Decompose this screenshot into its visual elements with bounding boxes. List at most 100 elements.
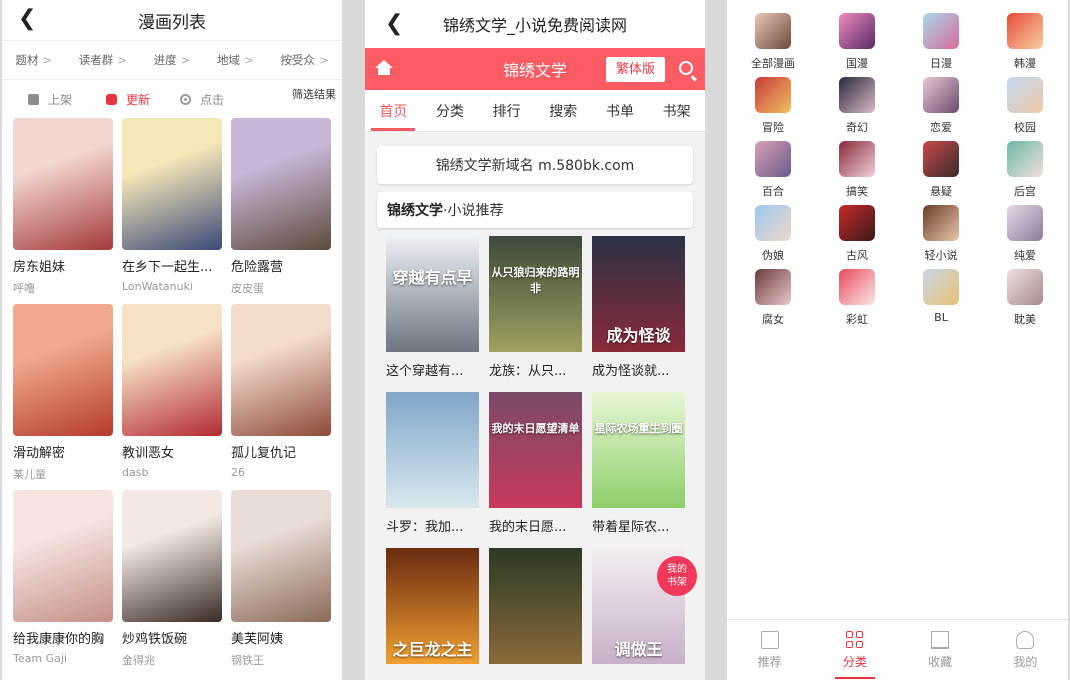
search-icon[interactable] xyxy=(679,61,693,75)
category-item[interactable]: 腐女 xyxy=(731,269,815,333)
category-item[interactable]: 韩漫 xyxy=(983,13,1067,77)
traditional-chinese-button[interactable]: 繁体版 xyxy=(605,57,665,82)
category-item[interactable]: 百合 xyxy=(731,141,815,205)
comic-cover-image[interactable] xyxy=(231,304,331,436)
category-label: 韩漫 xyxy=(1014,57,1036,70)
category-item[interactable]: 耽美 xyxy=(983,269,1067,333)
comic-cover-image[interactable] xyxy=(122,118,222,250)
comic-cover-image[interactable] xyxy=(231,118,331,250)
comic-title: 给我康康你的胸 xyxy=(13,632,105,647)
category-thumbnail-icon xyxy=(755,205,791,241)
book-cover-image[interactable]: 穿越有点早 xyxy=(386,236,479,352)
category-item[interactable]: 搞笑 xyxy=(815,141,899,205)
comic-card[interactable]: 美芙阿姨 钢铁王 xyxy=(231,490,331,676)
comic-author: 某儿童 xyxy=(13,468,46,481)
nav-ranking[interactable]: 排行 xyxy=(489,90,525,131)
category-label: 伪娘 xyxy=(762,249,784,262)
domain-notice[interactable]: 锦绣文学新域名 m.580bk.com xyxy=(377,146,693,184)
back-chevron-icon[interactable]: ❮ xyxy=(18,6,36,31)
tab-recommend[interactable]: 推荐 xyxy=(740,620,800,680)
home-icon[interactable] xyxy=(375,60,393,76)
nav-search[interactable]: 搜索 xyxy=(545,90,581,131)
book-card[interactable]: 穿越有点早 这个穿越有... xyxy=(386,236,479,392)
my-bookshelf-fab[interactable]: 我的 书架 xyxy=(657,556,697,596)
comic-cover-image[interactable] xyxy=(122,490,222,622)
category-item[interactable]: 彩虹 xyxy=(815,269,899,333)
category-item[interactable]: 全部漫画 xyxy=(731,13,815,77)
category-item[interactable]: 古风 xyxy=(815,205,899,269)
book-card[interactable]: 星际农场重生到圈 带着星际农... xyxy=(592,392,685,548)
category-item[interactable]: 恋爱 xyxy=(899,77,983,141)
section-brand: 锦绣文学 xyxy=(387,203,443,219)
category-thumbnail-icon xyxy=(1007,13,1043,49)
sort-update[interactable]: 更新 xyxy=(106,91,150,108)
book-cover-image[interactable]: 我的末日愿望清单 xyxy=(489,392,582,508)
comic-cover-image[interactable] xyxy=(13,118,113,250)
comic-card[interactable]: 房东姐妹 呼噜 xyxy=(13,118,113,304)
book-cover-image[interactable]: 星际农场重生到圈 xyxy=(592,392,685,508)
comic-author: 金得兆 xyxy=(122,654,155,667)
category-item[interactable]: 日漫 xyxy=(899,13,983,77)
nav-bookshelf[interactable]: 书架 xyxy=(659,90,695,131)
category-thumbnail-icon xyxy=(1007,205,1043,241)
nav-category[interactable]: 分类 xyxy=(432,90,468,131)
back-chevron-icon[interactable]: ❮ xyxy=(385,11,403,36)
category-label: 腐女 xyxy=(762,313,784,326)
filter-genre[interactable]: 题材 > xyxy=(15,52,52,68)
filter-result-link[interactable]: 筛选结果 xyxy=(292,86,336,102)
book-card[interactable]: 斗罗：我加... xyxy=(386,392,479,548)
filter-progress[interactable]: 进度 > xyxy=(154,52,191,68)
category-item[interactable]: 奇幻 xyxy=(815,77,899,141)
book-card[interactable] xyxy=(489,548,582,680)
category-item[interactable]: 纯爱 xyxy=(983,205,1067,269)
book-card[interactable]: 之巨龙之主 xyxy=(386,548,479,680)
chevron-right-icon: > xyxy=(244,53,254,67)
sort-shelf[interactable]: 上架 xyxy=(28,91,72,108)
comic-card[interactable]: 教训恶女 dasb xyxy=(122,304,222,490)
comic-card[interactable]: 滑动解密 某儿童 xyxy=(13,304,113,490)
book-card[interactable]: 从只狼归来的路明非 龙族：从只... xyxy=(489,236,582,392)
comic-card[interactable]: 给我康康你的胸 Team Gaji xyxy=(13,490,113,676)
category-screen: 全部漫画 国漫 日漫 韩漫冒险 奇幻 恋爱 校园百合 搞笑 悬疑 后宫伪娘 古风 轻小说 纯爱腐女 彩虹 B… xyxy=(727,0,1068,680)
category-label: 彩虹 xyxy=(846,313,868,326)
category-item[interactable]: BL xyxy=(899,269,983,333)
comic-card[interactable]: 危险露营 皮皮蛋 xyxy=(231,118,331,304)
comic-cover-image[interactable] xyxy=(122,304,222,436)
book-card[interactable]: 我的末日愿望清单 我的末日愿... xyxy=(489,392,582,548)
tab-me[interactable]: 我的 xyxy=(995,620,1055,680)
comic-grid: 房东姐妹 呼噜 在乡下一起生... LonWatanuki 危险露营 皮皮蛋滑动解密某儿童… xyxy=(2,118,342,676)
chevron-right-icon: > xyxy=(117,53,127,67)
filter-target[interactable]: 按受众 > xyxy=(280,52,328,68)
book-cover-image[interactable] xyxy=(489,548,582,664)
filter-region[interactable]: 地域 > xyxy=(217,52,254,68)
nav-booklist[interactable]: 书单 xyxy=(602,90,638,131)
category-item[interactable]: 后宫 xyxy=(983,141,1067,205)
category-item[interactable]: 轻小说 xyxy=(899,205,983,269)
book-cover-image[interactable]: 成为怪谈 xyxy=(592,236,685,352)
comic-title: 炒鸡铁饭碗 xyxy=(122,632,188,647)
category-item[interactable]: 悬疑 xyxy=(899,141,983,205)
comic-cover-image[interactable] xyxy=(13,304,113,436)
comic-title: 滑动解密 xyxy=(13,446,66,461)
tab-category[interactable]: 分类 xyxy=(825,620,885,680)
category-item[interactable]: 冒险 xyxy=(731,77,815,141)
category-item[interactable]: 国漫 xyxy=(815,13,899,77)
comic-card[interactable]: 在乡下一起生... LonWatanuki xyxy=(122,118,222,304)
category-item[interactable]: 校园 xyxy=(983,77,1067,141)
filter-audience[interactable]: 读者群 > xyxy=(79,52,127,68)
book-cover-image[interactable]: 从只狼归来的路明非 xyxy=(489,236,582,352)
novel-site-screen: ❮ 锦绣文学_小说免费阅读网 锦绣文学 繁体版 首页 分类 排行 搜索 书单 书… xyxy=(365,0,705,680)
nav-home[interactable]: 首页 xyxy=(371,90,416,131)
book-cover-image[interactable] xyxy=(386,392,479,508)
comic-title: 教训恶女 xyxy=(122,446,175,461)
book-cover-text: 我的末日愿望清单 xyxy=(491,422,580,435)
comic-cover-image[interactable] xyxy=(231,490,331,622)
sort-click[interactable]: 点击 xyxy=(180,91,224,108)
book-cover-image[interactable]: 之巨龙之主 xyxy=(386,548,479,664)
comic-card[interactable]: 炒鸡铁饭碗 金得兆 xyxy=(122,490,222,676)
tab-favorites[interactable]: 收藏 xyxy=(910,620,970,680)
comic-cover-image[interactable] xyxy=(13,490,113,622)
book-card[interactable]: 成为怪谈 成为怪谈就... xyxy=(592,236,685,392)
category-item[interactable]: 伪娘 xyxy=(731,205,815,269)
comic-card[interactable]: 孤儿复仇记 26 xyxy=(231,304,331,490)
